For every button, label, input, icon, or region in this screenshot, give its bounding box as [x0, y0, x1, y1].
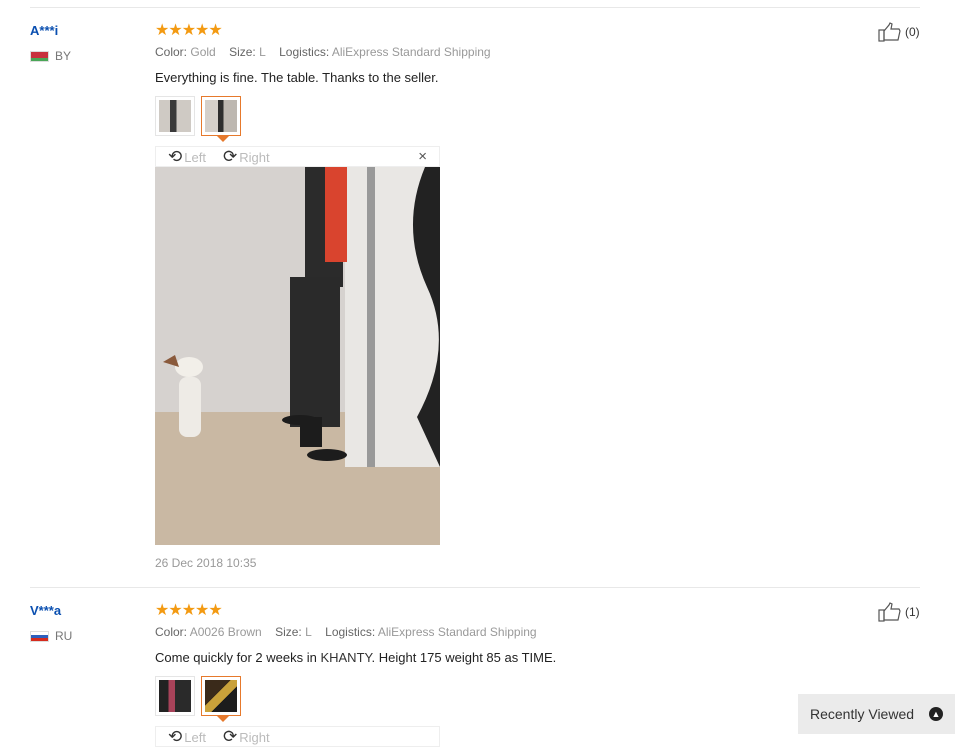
size-value: L [305, 625, 312, 639]
color-label: Color: [155, 45, 188, 59]
star-rating: ★★★★★ [155, 602, 223, 619]
rotate-right-button[interactable]: ⟳ Right [223, 728, 270, 746]
photo-viewer-toolbar: ⟲ Left ⟳ Right × [155, 146, 440, 167]
chevron-up-icon: ▲ [929, 707, 943, 721]
thumbnail-image [159, 680, 191, 712]
close-icon[interactable]: × [418, 148, 427, 165]
rotate-right-button[interactable]: ⟳ Right [223, 148, 270, 166]
country-code: RU [55, 629, 73, 643]
review-text-part: Come quickly for 2 weeks in [155, 650, 321, 665]
size-value: L [259, 45, 266, 59]
rotate-right-label: Right [239, 729, 270, 745]
review-item: A***i BY ★★★★★ Color: Gold Size: L Logis… [0, 0, 962, 580]
thumbnail-image [205, 100, 237, 132]
reviewer-country: BY [30, 49, 71, 63]
color-value: Gold [190, 45, 216, 59]
review-text: Come quickly for 2 weeks in KHANTY. Heig… [155, 650, 556, 665]
reviewer-name[interactable]: V***a [30, 603, 61, 618]
logistics-value: AliExpress Standard Shipping [377, 625, 537, 639]
thumbnail-image [205, 680, 237, 712]
review-text: Everything is fine. The table. Thanks to… [155, 70, 439, 85]
reviewer-name[interactable]: A***i [30, 23, 58, 38]
helpful-count: (0) [905, 25, 920, 39]
rotate-left-button[interactable]: ⟲ Left [168, 148, 206, 166]
thumbs-up-icon [878, 22, 901, 42]
rotate-left-icon: ⟲ [168, 147, 183, 166]
rotate-left-label: Left [184, 729, 206, 745]
photo-thumbnails [155, 676, 241, 722]
review-date: 26 Dec 2018 10:35 [155, 556, 257, 570]
recently-viewed-button[interactable]: Recently Viewed ▲ [798, 694, 955, 734]
size-label: Size: [275, 625, 302, 639]
rotate-left-icon: ⟲ [168, 727, 183, 746]
review-attributes: Color: A0026 Brown Size: L Logistics: Al… [155, 625, 547, 639]
helpful-button[interactable]: (1) [878, 602, 920, 622]
color-value: A0026 Brown [189, 625, 262, 639]
rotate-left-button[interactable]: ⟲ Left [168, 728, 206, 746]
thumbs-up-icon [878, 602, 901, 622]
photo-thumbnail-active[interactable] [201, 96, 241, 142]
russia-flag-icon [30, 630, 49, 642]
review-text-highlight: KHANTY [320, 650, 372, 665]
recently-viewed-label: Recently Viewed [810, 706, 915, 722]
reviewer-country: RU [30, 629, 72, 643]
color-label: Color: [155, 625, 188, 639]
photo-thumbnails [155, 96, 241, 142]
rotate-left-label: Left [184, 149, 206, 165]
review-attributes: Color: Gold Size: L Logistics: AliExpres… [155, 45, 501, 59]
helpful-button[interactable]: (0) [878, 22, 920, 42]
country-code: BY [55, 49, 72, 63]
photo-thumbnail[interactable] [155, 96, 195, 136]
photo-thumbnail-active[interactable] [201, 676, 241, 722]
helpful-count: (1) [905, 605, 920, 619]
review-photo-image [155, 167, 440, 545]
star-rating: ★★★★★ [155, 22, 223, 39]
belarus-flag-icon [30, 50, 49, 62]
review-text-part: . Height 175 weight 85 as TIME. [371, 650, 557, 665]
review-photo [155, 167, 440, 545]
size-label: Size: [229, 45, 256, 59]
logistics-label: Logistics: [279, 45, 330, 59]
photo-thumbnail[interactable] [155, 676, 195, 716]
thumbnail-image [159, 100, 191, 132]
logistics-value: AliExpress Standard Shipping [331, 45, 491, 59]
rotate-right-icon: ⟳ [223, 727, 238, 746]
logistics-label: Logistics: [325, 625, 376, 639]
rotate-right-icon: ⟳ [223, 147, 238, 166]
rotate-right-label: Right [239, 149, 270, 165]
